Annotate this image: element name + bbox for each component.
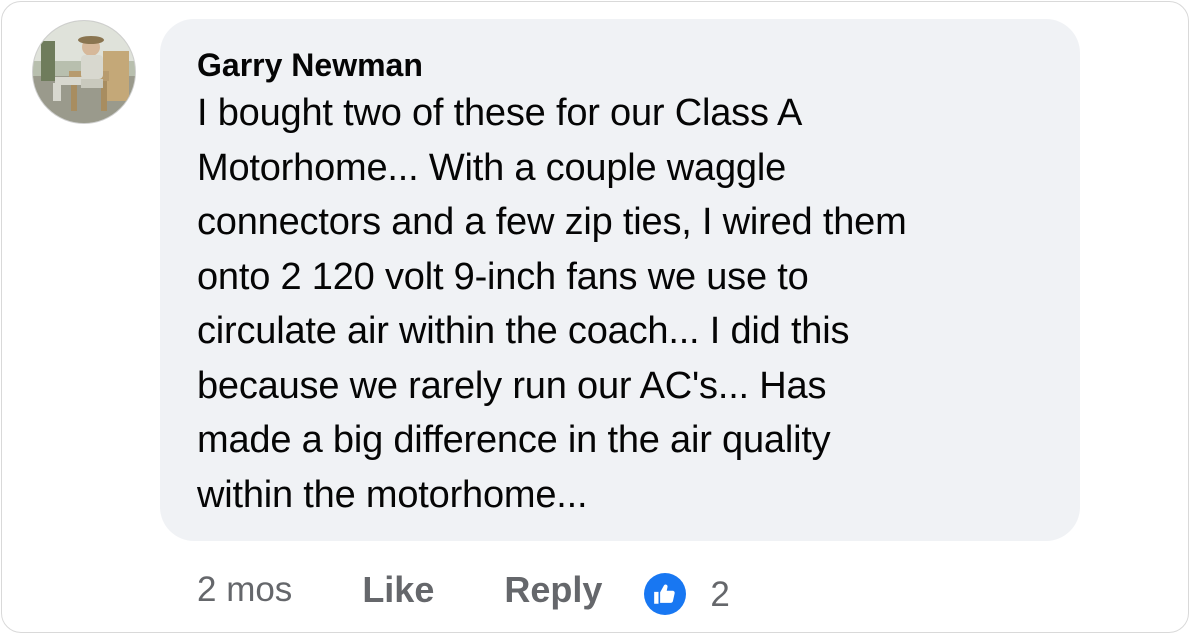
reaction-count: 2 <box>710 575 730 614</box>
comment-actions: 2 mos Like Reply 2 <box>197 562 730 618</box>
comment-timestamp[interactable]: 2 mos <box>197 570 292 610</box>
comment-card: Garry Newman I bought two of these for o… <box>1 1 1189 633</box>
comment-bubble: Garry Newman I bought two of these for o… <box>160 19 1080 541</box>
reaction-summary[interactable]: 2 <box>644 565 730 615</box>
thumbs-up-icon <box>644 573 687 615</box>
comment-author[interactable]: Garry Newman <box>197 45 1044 85</box>
avatar[interactable] <box>32 20 136 124</box>
avatar-photo <box>33 21 135 123</box>
like-button[interactable]: Like <box>362 569 434 611</box>
reply-button[interactable]: Reply <box>504 569 602 611</box>
comment-text: I bought two of these for our Class A Mo… <box>197 92 907 516</box>
